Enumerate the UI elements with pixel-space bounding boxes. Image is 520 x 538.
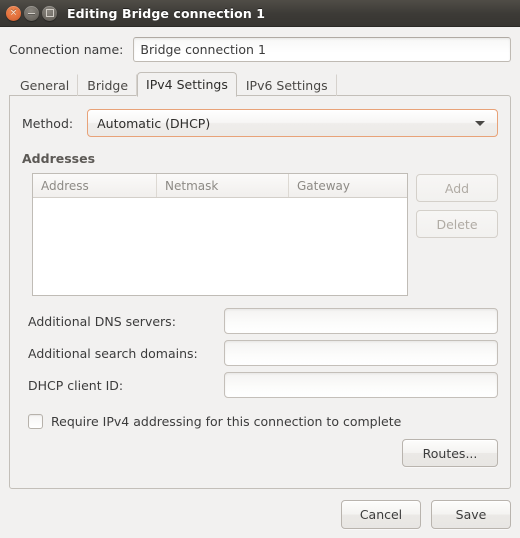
- method-dropdown-value: Automatic (DHCP): [97, 115, 211, 131]
- routes-button[interactable]: Routes...: [402, 439, 498, 467]
- method-dropdown[interactable]: Automatic (DHCP): [87, 109, 498, 137]
- addresses-area: Address Netmask Gateway Add Delete: [32, 173, 498, 296]
- routes-row: Routes...: [22, 439, 498, 467]
- connection-name-row: Connection name: Bridge connection 1: [9, 37, 511, 62]
- dialog-actions: Cancel Save: [9, 489, 511, 529]
- require-ipv4-row[interactable]: Require IPv4 addressing for this connect…: [28, 414, 498, 429]
- window-title: Editing Bridge connection 1: [67, 5, 266, 21]
- save-button[interactable]: Save: [431, 500, 511, 529]
- tab-strip: General Bridge IPv4 Settings IPv6 Settin…: [9, 71, 511, 97]
- method-row: Method: Automatic (DHCP): [22, 109, 498, 137]
- minimize-glyph: [28, 12, 35, 14]
- ipv4-fields: Additional DNS servers: Additional searc…: [28, 308, 498, 404]
- tab-bridge[interactable]: Bridge: [78, 74, 138, 96]
- connection-name-label: Connection name:: [9, 42, 124, 57]
- method-label: Method:: [22, 115, 74, 131]
- maximize-icon[interactable]: [42, 5, 57, 21]
- column-header-gateway[interactable]: Gateway: [289, 174, 407, 197]
- addresses-table[interactable]: Address Netmask Gateway: [32, 173, 408, 296]
- connection-name-input[interactable]: Bridge connection 1: [133, 37, 511, 62]
- search-domains-input[interactable]: [224, 340, 498, 366]
- dhcp-client-id-input[interactable]: [224, 372, 498, 398]
- search-domains-row: Additional search domains:: [28, 340, 498, 366]
- addresses-table-header: Address Netmask Gateway: [33, 174, 407, 198]
- dns-servers-row: Additional DNS servers:: [28, 308, 498, 334]
- addresses-section-title: Addresses: [22, 151, 96, 166]
- search-domains-label: Additional search domains:: [28, 345, 198, 361]
- require-ipv4-checkbox[interactable]: [28, 414, 43, 429]
- add-address-button[interactable]: Add: [416, 174, 498, 202]
- dns-servers-label: Additional DNS servers:: [28, 313, 176, 329]
- window-controls: ×: [6, 5, 57, 21]
- ipv4-settings-panel: Method: Automatic (DHCP) Addresses Addre…: [9, 95, 511, 489]
- require-ipv4-label: Require IPv4 addressing for this connect…: [51, 414, 402, 429]
- settings-notebook: General Bridge IPv4 Settings IPv6 Settin…: [9, 71, 511, 489]
- dns-servers-input[interactable]: [224, 308, 498, 334]
- column-header-netmask[interactable]: Netmask: [157, 174, 289, 197]
- column-header-address[interactable]: Address: [33, 174, 157, 197]
- tab-general[interactable]: General: [11, 74, 79, 96]
- delete-address-button[interactable]: Delete: [416, 210, 498, 238]
- close-icon[interactable]: ×: [6, 5, 21, 21]
- window-titlebar: × Editing Bridge connection 1: [0, 0, 520, 27]
- tab-ipv6-settings[interactable]: IPv6 Settings: [237, 74, 337, 96]
- addresses-table-body[interactable]: [33, 198, 407, 295]
- maximize-glyph: [45, 9, 54, 17]
- chevron-down-icon: [475, 120, 485, 126]
- addresses-buttons: Add Delete: [416, 173, 498, 238]
- cancel-button[interactable]: Cancel: [341, 500, 421, 529]
- close-glyph: ×: [9, 7, 18, 18]
- dialog-body: Connection name: Bridge connection 1 Gen…: [0, 27, 520, 538]
- dhcp-client-id-label: DHCP client ID:: [28, 377, 124, 393]
- tab-ipv4-settings[interactable]: IPv4 Settings: [137, 72, 237, 97]
- minimize-icon[interactable]: [24, 5, 39, 21]
- dhcp-client-id-row: DHCP client ID:: [28, 372, 498, 398]
